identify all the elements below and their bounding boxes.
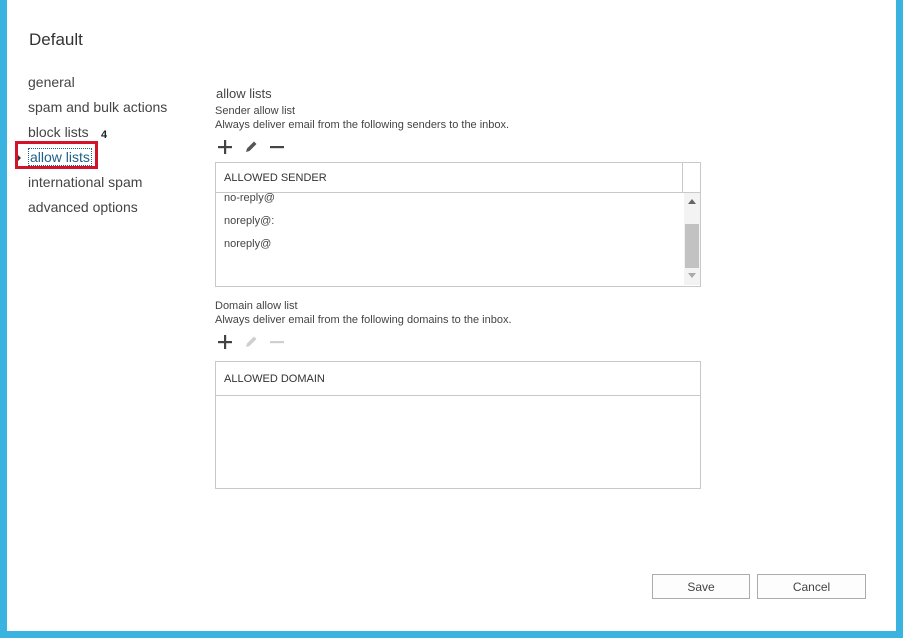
annotation-highlight-box xyxy=(15,141,98,169)
column-divider xyxy=(682,163,683,193)
section-heading: allow lists xyxy=(216,86,272,101)
remove-domain-button[interactable] xyxy=(267,332,287,352)
allowed-sender-table: ALLOWED SENDER no-reply@ noreply@: norep… xyxy=(215,162,701,287)
column-header-allowed-domain[interactable]: ALLOWED DOMAIN xyxy=(216,362,700,396)
plus-icon xyxy=(218,140,232,154)
pencil-icon xyxy=(246,141,257,152)
edit-sender-button[interactable] xyxy=(241,137,261,157)
domain-toolbar xyxy=(215,329,701,355)
table-row[interactable]: noreply@: xyxy=(216,210,700,233)
minus-icon xyxy=(270,146,284,149)
column-header-label: ALLOWED DOMAIN xyxy=(224,373,325,385)
add-sender-button[interactable] xyxy=(215,137,235,157)
column-header-label: ALLOWED SENDER xyxy=(224,172,327,184)
nav-item-spam-and-bulk-actions[interactable]: spam and bulk actions xyxy=(28,97,167,122)
vertical-scrollbar[interactable] xyxy=(684,193,700,285)
sender-toolbar xyxy=(215,134,701,160)
nav-item-advanced-options[interactable]: advanced options xyxy=(28,197,167,222)
add-domain-button[interactable] xyxy=(215,332,235,352)
annotation-step-number: 4 xyxy=(101,129,108,141)
scroll-down-arrow-icon[interactable] xyxy=(688,273,696,278)
column-header-allowed-sender[interactable]: ALLOWED SENDER xyxy=(216,163,700,193)
save-button[interactable]: Save xyxy=(652,574,750,599)
sender-allow-list-heading: Sender allow list xyxy=(215,105,296,117)
page-title: Default xyxy=(29,30,83,49)
pencil-icon xyxy=(246,336,257,347)
table-row[interactable]: no-reply@ xyxy=(216,193,700,210)
allow-lists-panel: allow lists Sender allow list Always del… xyxy=(215,86,701,489)
scrollbar-thumb[interactable] xyxy=(685,224,699,268)
plus-icon xyxy=(218,335,232,349)
scroll-up-arrow-icon[interactable] xyxy=(688,199,696,204)
dialog-window: Default general spam and bulk actions bl… xyxy=(7,0,896,631)
nav-item-international-spam[interactable]: international spam xyxy=(28,172,167,197)
minus-icon xyxy=(270,341,284,344)
sender-allow-list-description: Always deliver email from the following … xyxy=(215,119,510,131)
domain-allow-list-heading: Domain allow list xyxy=(215,300,298,312)
edit-domain-button[interactable] xyxy=(241,332,261,352)
allowed-domain-table: ALLOWED DOMAIN xyxy=(215,361,701,489)
cancel-button[interactable]: Cancel xyxy=(757,574,866,599)
sender-rows: no-reply@ noreply@: noreply@ xyxy=(216,193,700,285)
nav-item-general[interactable]: general xyxy=(28,72,167,97)
remove-sender-button[interactable] xyxy=(267,137,287,157)
table-row[interactable]: noreply@ xyxy=(216,233,700,256)
domain-allow-list-description: Always deliver email from the following … xyxy=(215,314,512,326)
